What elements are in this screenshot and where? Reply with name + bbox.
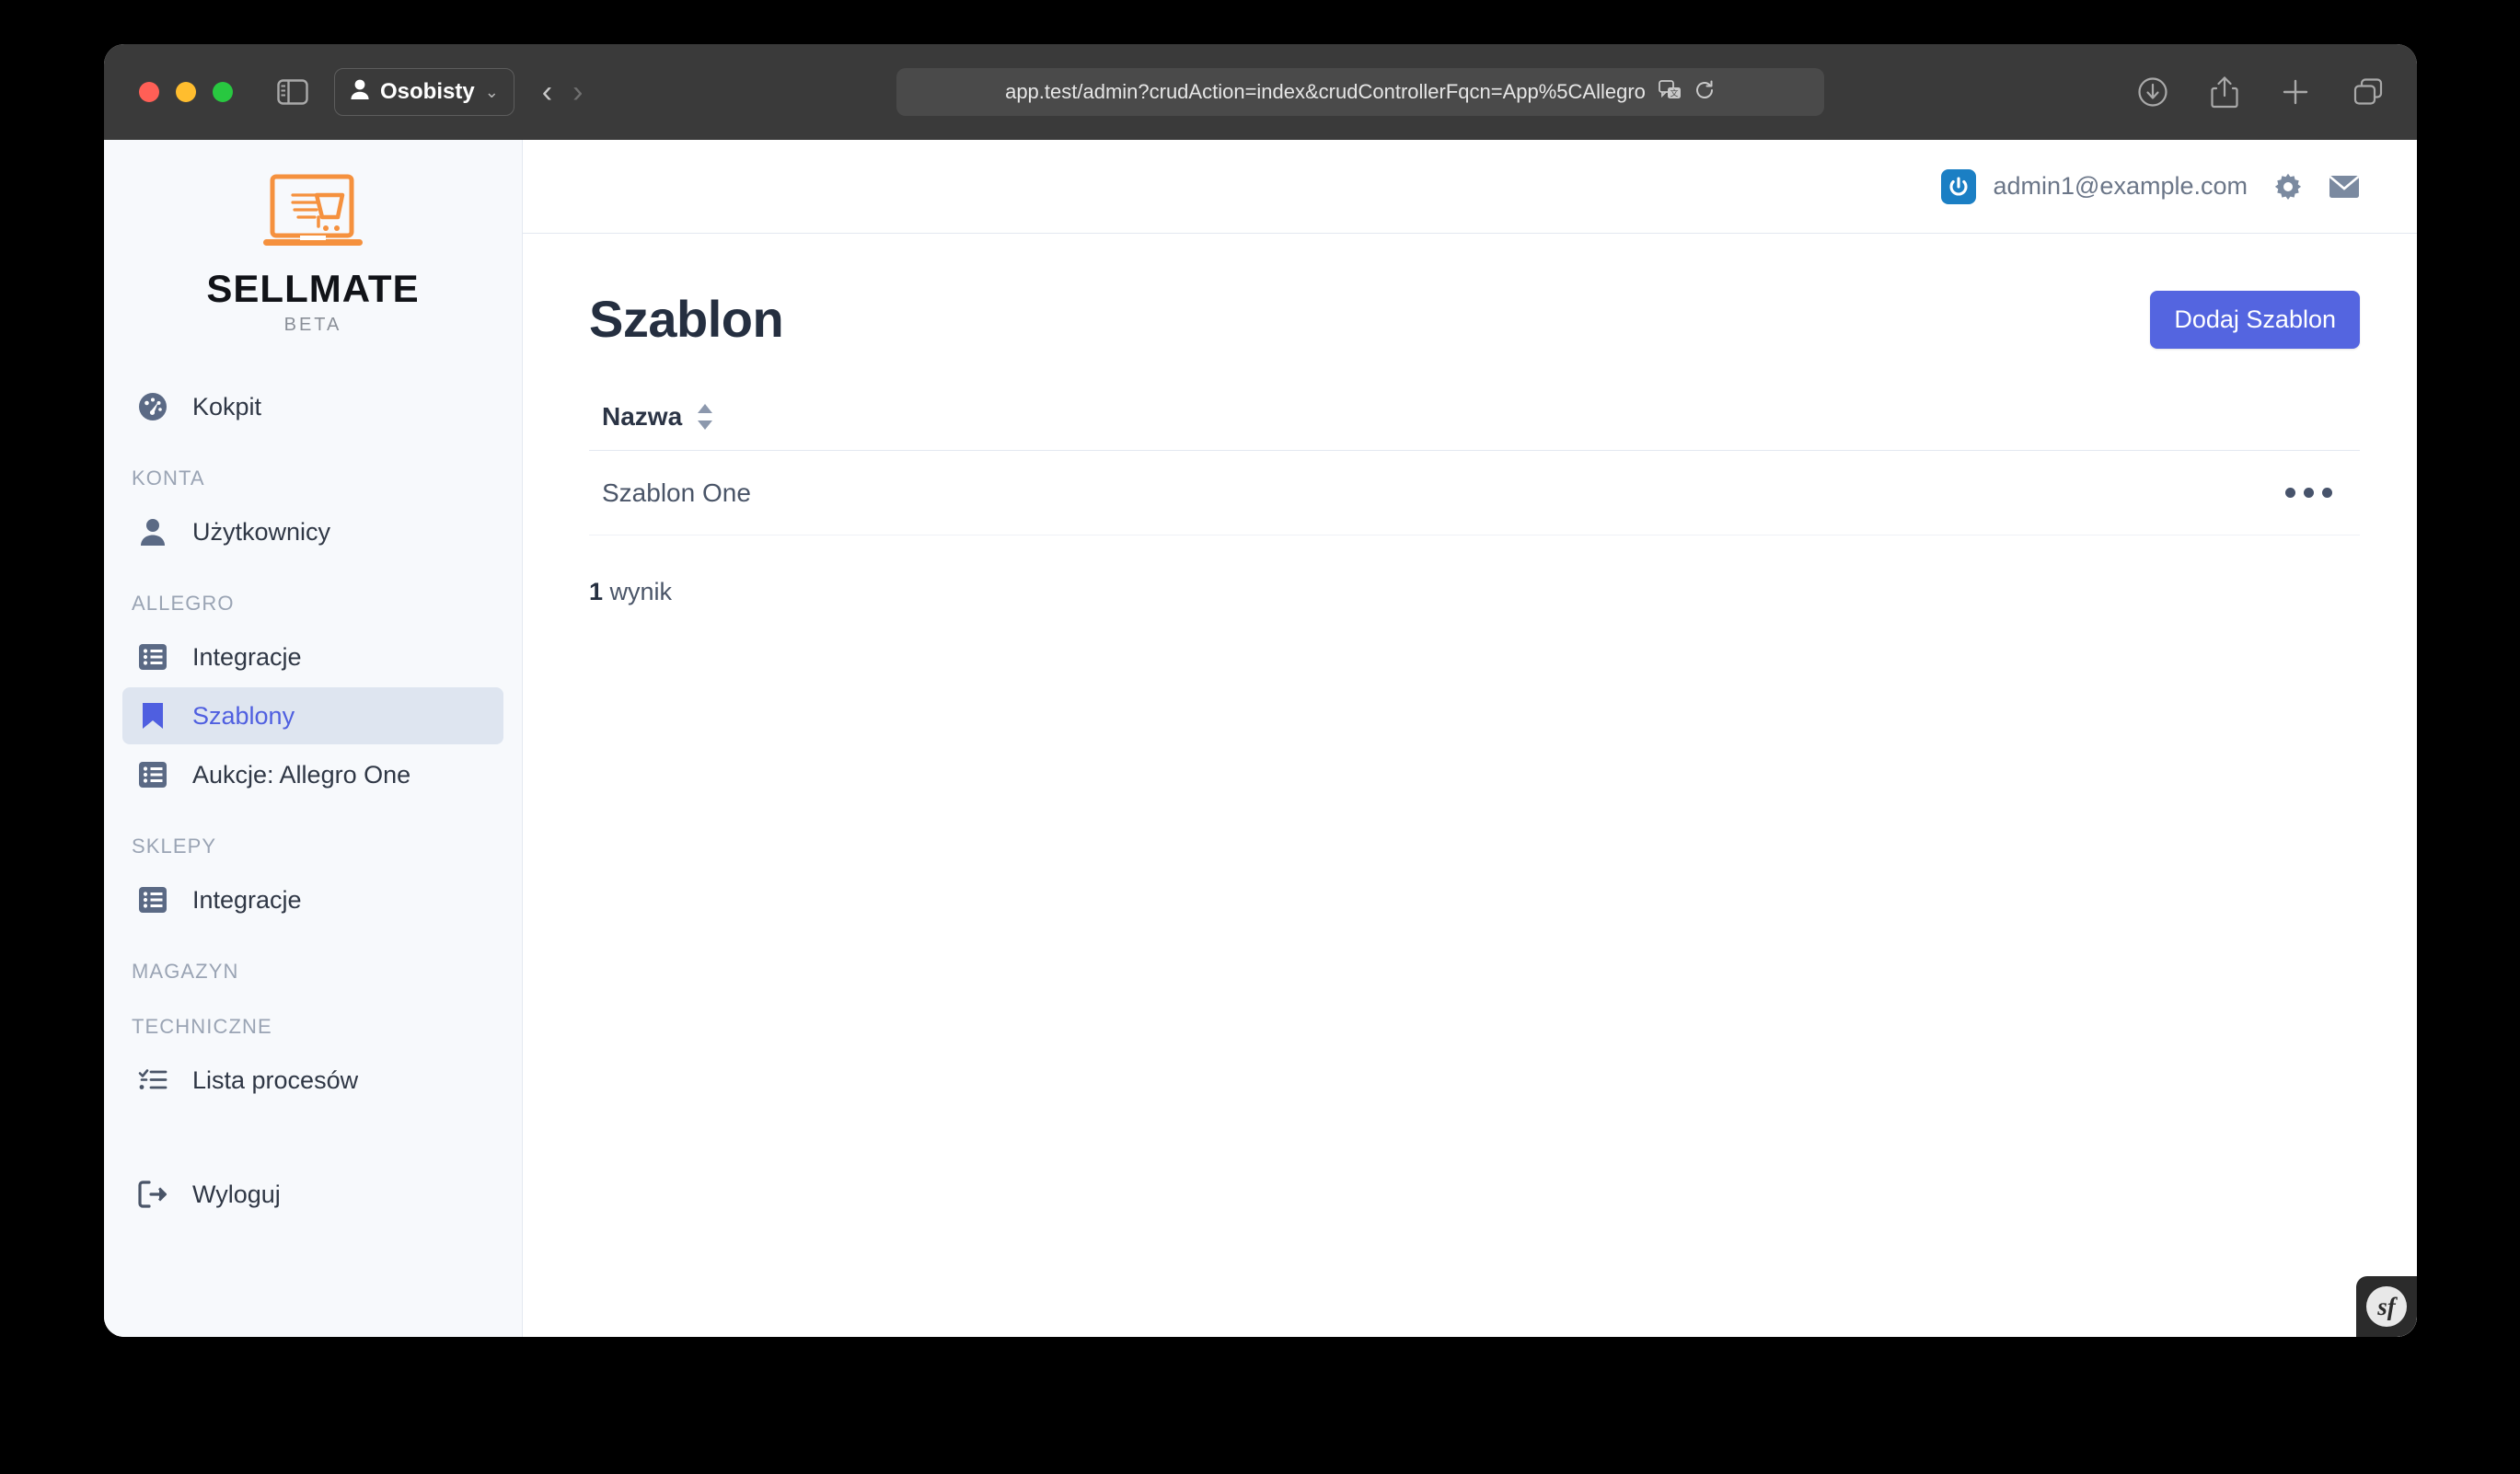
window-traffic-lights bbox=[139, 82, 233, 102]
ellipsis-icon bbox=[2304, 488, 2314, 498]
sidebar-group-allegro: ALLEGRO bbox=[132, 592, 235, 615]
tabs-icon[interactable] bbox=[2352, 77, 2384, 107]
url-text: app.test/admin?crudAction=index&crudCont… bbox=[1005, 80, 1646, 103]
sidebar-item-wyloguj[interactable]: Wyloguj bbox=[122, 1166, 503, 1223]
address-bar-actions: 文 bbox=[1659, 79, 1716, 106]
person-icon bbox=[137, 516, 168, 547]
szablon-table: Nazwa Szablon One bbox=[589, 402, 2360, 535]
ellipsis-icon bbox=[2285, 488, 2295, 498]
sidebar-group-magazyn: MAGAZYN bbox=[132, 960, 239, 983]
user-account-chip[interactable]: admin1@example.com bbox=[1941, 168, 2248, 204]
address-bar[interactable]: app.test/admin?crudAction=index&crudCont… bbox=[896, 68, 1824, 116]
row-actions-menu[interactable] bbox=[2271, 477, 2347, 509]
sidebar-item-label: Integracje bbox=[192, 642, 302, 671]
profile-selector[interactable]: Osobisty ⌄ bbox=[334, 68, 514, 116]
plus-icon[interactable] bbox=[2281, 77, 2310, 107]
sidebar: SELLMATE BETA Kokpit KONTA Użytkownicy A… bbox=[104, 140, 523, 1337]
app-body: SELLMATE BETA Kokpit KONTA Użytkownicy A… bbox=[104, 140, 2417, 1337]
sidebar-item-uzytkownicy[interactable]: Użytkownicy bbox=[122, 503, 503, 560]
navigation-arrows: ‹ › bbox=[542, 76, 584, 108]
sidebar-item-kokpit[interactable]: Kokpit bbox=[122, 378, 503, 435]
svg-text:文: 文 bbox=[1670, 87, 1678, 98]
profile-label: Osobisty bbox=[380, 79, 475, 104]
back-arrow-icon[interactable]: ‹ bbox=[542, 76, 552, 108]
results-count: 1 bbox=[589, 578, 604, 605]
checklist-icon bbox=[137, 1065, 168, 1096]
sidebar-item-label: Aukcje: Allegro One bbox=[192, 760, 411, 789]
main-content: admin1@example.com Szablon Dodaj Szablon… bbox=[523, 140, 2417, 1337]
browser-window: Osobisty ⌄ ‹ › app.test/admin?crudAction… bbox=[104, 44, 2417, 1337]
bookmark-icon bbox=[137, 700, 168, 731]
symfony-debug-toolbar[interactable]: sf bbox=[2356, 1276, 2417, 1337]
page-title: Szablon bbox=[589, 290, 784, 348]
gauge-icon bbox=[137, 391, 168, 422]
sidebar-group-techniczne: TECHNICZNE bbox=[132, 1015, 272, 1038]
sort-toggle-icon[interactable] bbox=[695, 403, 715, 431]
browser-toolbar-right bbox=[2137, 44, 2384, 140]
envelope-icon[interactable] bbox=[2329, 175, 2360, 199]
browser-toolbar: Osobisty ⌄ ‹ › app.test/admin?crudAction… bbox=[104, 44, 2417, 140]
sidebar-group-sklepy: SKLEPY bbox=[132, 835, 217, 858]
logout-icon bbox=[137, 1179, 168, 1210]
sidebar-item-szablony[interactable]: Szablony bbox=[122, 687, 503, 744]
sidebar-item-label: Wyloguj bbox=[192, 1180, 281, 1208]
download-icon[interactable] bbox=[2137, 76, 2168, 108]
sellmate-logo-icon bbox=[252, 169, 374, 265]
brand-subtitle: BETA bbox=[283, 315, 342, 335]
user-email-label: admin1@example.com bbox=[1993, 172, 2248, 200]
sidebar-item-aukcje-allegro-one[interactable]: Aukcje: Allegro One bbox=[122, 746, 503, 803]
close-window-button[interactable] bbox=[139, 82, 159, 102]
sidebar-item-label: Lista procesów bbox=[192, 1065, 359, 1094]
sidebar-group-konta: KONTA bbox=[132, 466, 205, 489]
app-topbar: admin1@example.com bbox=[523, 140, 2417, 234]
page-header: Szablon Dodaj Szablon bbox=[589, 291, 2360, 349]
table-header-row: Nazwa bbox=[589, 402, 2360, 451]
add-szablon-button[interactable]: Dodaj Szablon bbox=[2150, 291, 2360, 349]
results-label: wynik bbox=[609, 578, 673, 605]
list-icon bbox=[137, 884, 168, 915]
table-row[interactable]: Szablon One bbox=[589, 451, 2360, 535]
brand-logo-block: SELLMATE BETA bbox=[104, 149, 522, 362]
sidebar-item-integracje-sklepy[interactable]: Integracje bbox=[122, 871, 503, 928]
gear-icon[interactable] bbox=[2273, 172, 2303, 202]
sidebar-item-label: Szablony bbox=[192, 701, 295, 730]
list-icon bbox=[137, 759, 168, 790]
sidebar-item-label: Integracje bbox=[192, 885, 302, 914]
share-icon[interactable] bbox=[2211, 75, 2238, 109]
list-icon bbox=[137, 641, 168, 673]
cell-nazwa: Szablon One bbox=[602, 478, 751, 507]
maximize-window-button[interactable] bbox=[213, 82, 233, 102]
column-header-nazwa[interactable]: Nazwa bbox=[589, 402, 715, 432]
forward-arrow-icon[interactable]: › bbox=[572, 76, 583, 108]
results-summary: 1 wynik bbox=[589, 578, 2360, 606]
sidebar-item-integracje-allegro[interactable]: Integracje bbox=[122, 628, 503, 685]
person-icon bbox=[350, 78, 370, 107]
sidebar-item-label: Użytkownicy bbox=[192, 517, 331, 546]
sidebar-toggle-icon[interactable] bbox=[277, 79, 308, 105]
column-header-label: Nazwa bbox=[602, 402, 683, 431]
minimize-window-button[interactable] bbox=[176, 82, 196, 102]
chevron-down-icon: ⌄ bbox=[484, 82, 499, 101]
reload-icon[interactable] bbox=[1693, 79, 1716, 106]
translate-icon[interactable]: 文 bbox=[1659, 79, 1682, 106]
page-content: Szablon Dodaj Szablon Nazwa Szablon One … bbox=[523, 234, 2417, 606]
sidebar-item-lista-procesow[interactable]: Lista procesów bbox=[122, 1052, 503, 1109]
brand-name: SELLMATE bbox=[206, 267, 420, 310]
sidebar-item-label: Kokpit bbox=[192, 392, 262, 420]
symfony-logo-icon: sf bbox=[2366, 1286, 2407, 1327]
ellipsis-icon bbox=[2322, 488, 2332, 498]
power-icon bbox=[1941, 168, 1977, 204]
